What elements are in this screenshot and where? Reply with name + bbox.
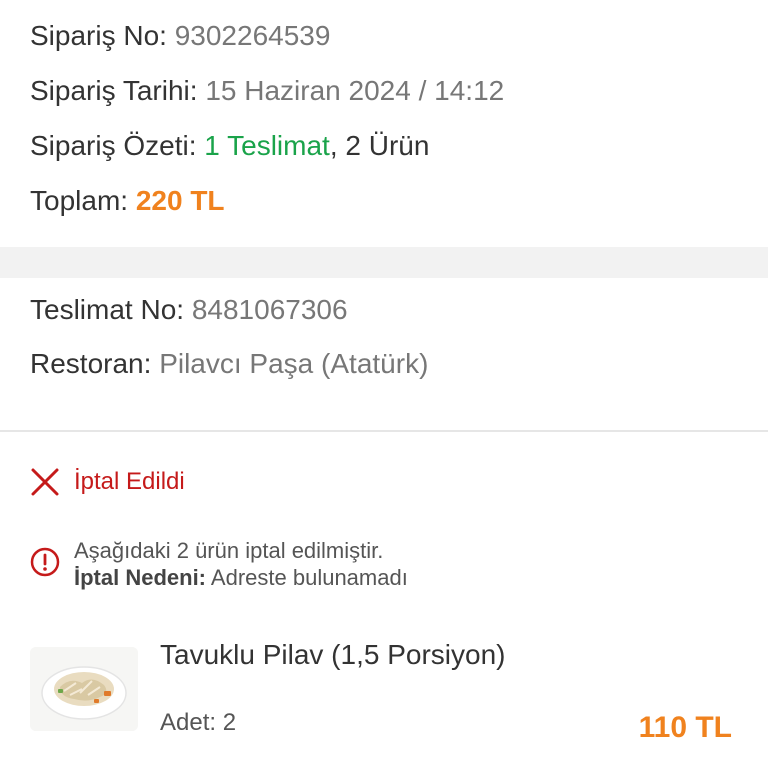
order-summary-delivery[interactable]: 1 Teslimat (204, 130, 330, 161)
close-icon (31, 468, 59, 496)
order-date-value: 15 Haziran 2024 / 14:12 (205, 75, 505, 106)
order-summary-row: Sipariş Özeti: 1 Teslimat, 2 Ürün (30, 128, 738, 164)
order-total-value: 220 TL (135, 185, 225, 216)
delivery-no-value: 8481067306 (191, 294, 348, 325)
alert-info-icon (30, 547, 60, 577)
product-info: Tavuklu Pilav (1,5 Porsiyon) Adet: 2 (160, 633, 505, 753)
product-image (30, 647, 138, 731)
product-item[interactable]: Tavuklu Pilav (1,5 Porsiyon) Adet: 2 110… (0, 633, 768, 753)
cancel-info: Aşağıdaki 2 ürün iptal edilmiştir. İptal… (0, 537, 768, 591)
order-date-label: Sipariş Tarihi: (30, 75, 198, 106)
section-divider (0, 247, 768, 278)
restaurant-value: Pilavcı Paşa (Atatürk) (159, 348, 429, 379)
restaurant-row: Restoran: Pilavcı Paşa (Atatürk) (30, 346, 738, 382)
product-name: Tavuklu Pilav (1,5 Porsiyon) (160, 639, 506, 670)
order-summary-items: , 2 Ürün (329, 130, 430, 161)
product-price: 110 TL (638, 711, 732, 744)
delivery-no-row: Teslimat No: 8481067306 (30, 292, 738, 328)
order-date-row: Sipariş Tarihi: 15 Haziran 2024 / 14:12 (30, 73, 738, 109)
delivery-no-label: Teslimat No: (30, 294, 185, 325)
cancel-info-text: Aşağıdaki 2 ürün iptal edilmiştir. İptal… (74, 537, 408, 591)
order-summary-label: Sipariş Özeti: (30, 130, 197, 161)
order-no-row: Sipariş No: 9302264539 (30, 18, 738, 54)
cancel-status-text: İptal Edildi (74, 468, 185, 495)
order-no-value: 9302264539 (174, 20, 331, 51)
cancel-reason-value: Adreste bulunamadı (210, 565, 408, 590)
order-summary-section: Sipariş No: 9302264539 Sipariş Tarihi: 1… (0, 0, 768, 230)
cancel-message: Aşağıdaki 2 ürün iptal edilmiştir. (74, 538, 384, 563)
order-total-row: Toplam: 220 TL (30, 183, 738, 219)
cancel-reason-line: İptal Nedeni: Adreste bulunamadı (74, 564, 408, 591)
cancel-reason-label: İptal Nedeni: (74, 565, 207, 590)
order-no-label: Sipariş No: (30, 20, 167, 51)
food-image-icon (30, 647, 138, 731)
product-quantity: Adet: 2 (160, 709, 237, 736)
cancel-status: İptal Edildi (0, 466, 768, 498)
order-total-label: Toplam: (30, 185, 129, 216)
delivery-section: Teslimat No: 8481067306 Restoran: Pilavc… (0, 278, 768, 432)
restaurant-label: Restoran: (30, 348, 152, 379)
